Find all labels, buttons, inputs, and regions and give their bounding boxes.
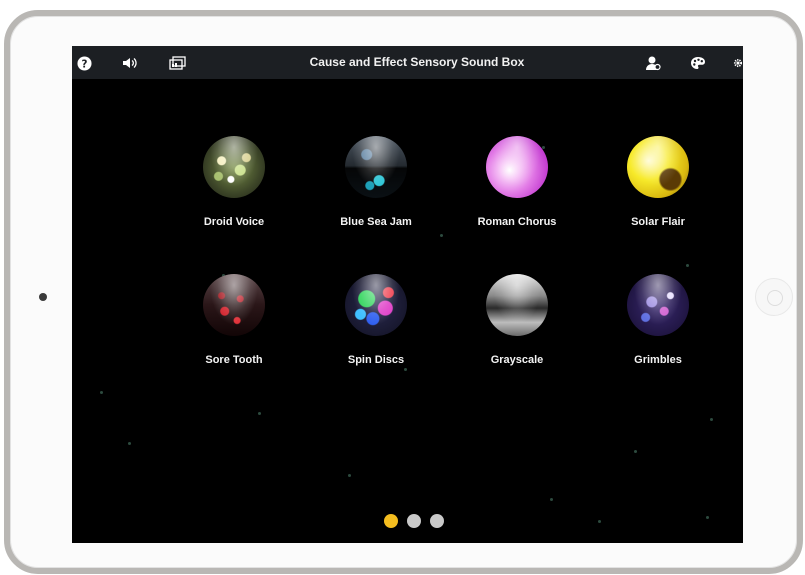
background-star — [440, 234, 443, 237]
sound-tile-roman-chorus[interactable]: Roman Chorus — [456, 136, 576, 246]
camera-icon — [39, 293, 47, 301]
sound-orb-grayscale[interactable] — [486, 274, 548, 336]
sound-label: Blue Sea Jam — [340, 216, 412, 228]
svg-text:?: ? — [81, 58, 87, 70]
sound-tile-droid-voice[interactable]: Droid Voice — [173, 136, 293, 246]
background-star — [128, 442, 131, 445]
sound-orb-blue-sea-jam[interactable] — [345, 136, 407, 198]
background-star — [348, 474, 351, 477]
sound-orb-spin-discs[interactable] — [345, 274, 407, 336]
background-star — [100, 391, 103, 394]
sound-label: Grayscale — [490, 354, 544, 366]
sound-label: Droid Voice — [203, 216, 265, 228]
background-star — [598, 520, 601, 523]
sound-tile-grimbles[interactable]: Grimbles — [597, 274, 717, 384]
sound-orb-grimbles[interactable] — [627, 274, 689, 336]
settings-icon[interactable] — [733, 54, 743, 72]
background-star — [258, 412, 261, 415]
sound-tile-blue-sea-jam[interactable]: Blue Sea Jam — [315, 136, 435, 246]
sound-orb-droid-voice[interactable] — [203, 136, 265, 198]
background-star — [686, 264, 689, 267]
app-screen: ? Cause and Effect Sensory Sound Box Dro… — [72, 46, 743, 543]
sound-tile-sore-tooth[interactable]: Sore Tooth — [173, 274, 293, 384]
background-star — [706, 516, 709, 519]
sound-label: Spin Discs — [347, 354, 405, 366]
user-settings-icon[interactable] — [644, 54, 662, 72]
sound-label: Solar Flair — [631, 216, 685, 228]
background-star — [550, 498, 553, 501]
sound-label: Grimbles — [634, 354, 682, 366]
sound-orb-solar-flair[interactable] — [627, 136, 689, 198]
volume-icon[interactable] — [121, 54, 139, 72]
background-star — [710, 418, 713, 421]
help-icon[interactable]: ? — [75, 54, 93, 72]
background-star — [634, 450, 637, 453]
sound-tile-spin-discs[interactable]: Spin Discs — [315, 274, 435, 384]
sound-label: Roman Chorus — [477, 216, 557, 228]
sound-orb-roman-chorus[interactable] — [486, 136, 548, 198]
app-title: Cause and Effect Sensory Sound Box — [309, 55, 525, 69]
page-indicator — [384, 514, 444, 528]
sound-orb-sore-tooth[interactable] — [203, 274, 265, 336]
page-dot-2[interactable] — [407, 514, 421, 528]
page-dot-1[interactable] — [384, 514, 398, 528]
home-button[interactable] — [755, 278, 793, 316]
top-bar: ? Cause and Effect Sensory Sound Box — [72, 46, 743, 79]
page-dot-3[interactable] — [430, 514, 444, 528]
gallery-icon[interactable] — [168, 54, 186, 72]
sound-label: Sore Tooth — [205, 354, 263, 366]
sound-tile-grayscale[interactable]: Grayscale — [456, 274, 576, 384]
palette-icon[interactable] — [689, 54, 707, 72]
sound-tile-solar-flair[interactable]: Solar Flair — [597, 136, 717, 246]
